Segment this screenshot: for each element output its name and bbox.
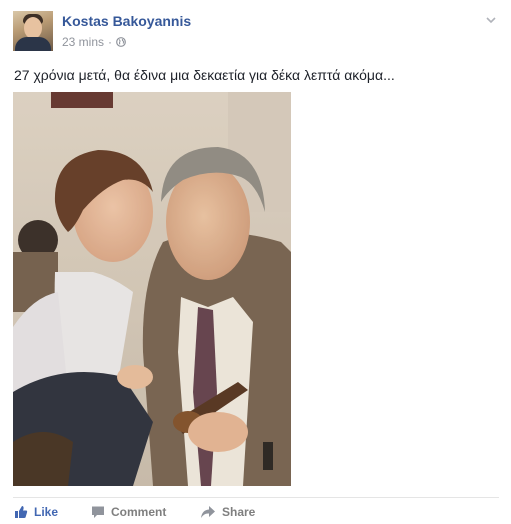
divider: [13, 497, 499, 498]
avatar[interactable]: [13, 11, 53, 51]
share-icon: [201, 506, 215, 518]
author-name[interactable]: Kostas Bakoyannis: [62, 13, 191, 29]
facebook-post: Kostas Bakoyannis 23 mins · 27 χρόνια με…: [0, 0, 511, 524]
share-label: Share: [222, 505, 256, 519]
post-actions: Like Comment Share: [0, 505, 511, 523]
comment-icon: [92, 506, 104, 518]
share-button[interactable]: Share: [200, 505, 255, 519]
globe-icon[interactable]: [116, 37, 126, 47]
meta-separator: ·: [108, 35, 113, 49]
comment-button[interactable]: Comment: [91, 505, 166, 519]
post-text: 27 χρόνια μετά, θα έδινα μια δεκαετία γι…: [14, 67, 395, 83]
like-button[interactable]: Like: [14, 505, 58, 519]
chevron-down-icon[interactable]: [485, 14, 497, 26]
like-label: Like: [34, 505, 59, 519]
post-photo[interactable]: [13, 92, 291, 486]
like-icon: [15, 506, 28, 518]
post-timestamp[interactable]: 23 mins: [62, 35, 104, 49]
post-meta: 23 mins ·: [62, 35, 126, 49]
comment-label: Comment: [111, 505, 167, 519]
